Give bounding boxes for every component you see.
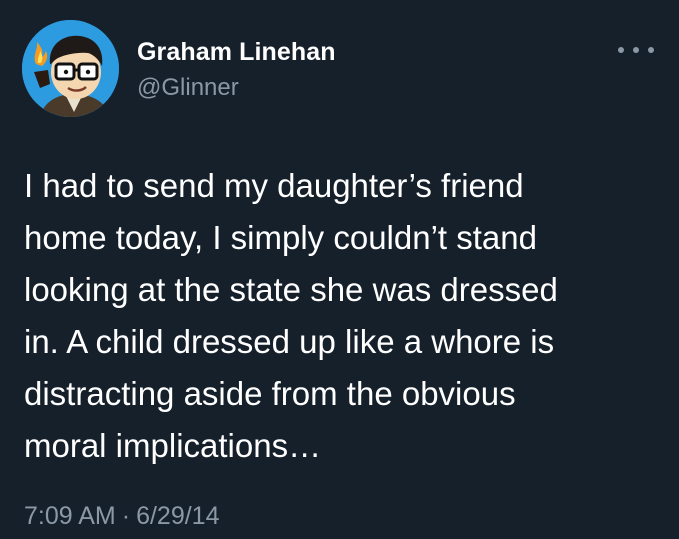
more-dot: [633, 47, 639, 53]
tweet-date: 6/29/14: [136, 502, 220, 530]
tweet-text-line: in. A child dressed up like a whore is: [24, 323, 555, 360]
tweet-time: 7:09 AM: [24, 502, 116, 530]
tweet-text-line: I had to send my daughter’s friend: [24, 167, 524, 204]
tweet-timestamp[interactable]: 7:09 AM · 6/29/14: [24, 502, 219, 531]
tweet-text-line: moral implications…: [24, 427, 322, 464]
tweet-text-line: looking at the state she was dressed: [24, 271, 558, 308]
more-dot: [618, 47, 624, 53]
tweet-card: Graham Linehan @Glinner I had to send my…: [0, 0, 679, 539]
tweet-text: I had to send my daughter’s friend home …: [24, 160, 664, 472]
tweet-text-line: home today, I simply couldn’t stand: [24, 219, 537, 256]
tweet-text-line: distracting aside from the obvious: [24, 375, 516, 412]
timestamp-separator: ·: [121, 502, 131, 530]
profile-avatar[interactable]: [22, 20, 119, 117]
author-handle[interactable]: @Glinner: [137, 74, 239, 102]
cartoon-avatar-icon: [22, 20, 119, 117]
more-dot: [648, 47, 654, 53]
author-display-name[interactable]: Graham Linehan: [137, 38, 336, 67]
more-options-icon[interactable]: [618, 40, 654, 60]
